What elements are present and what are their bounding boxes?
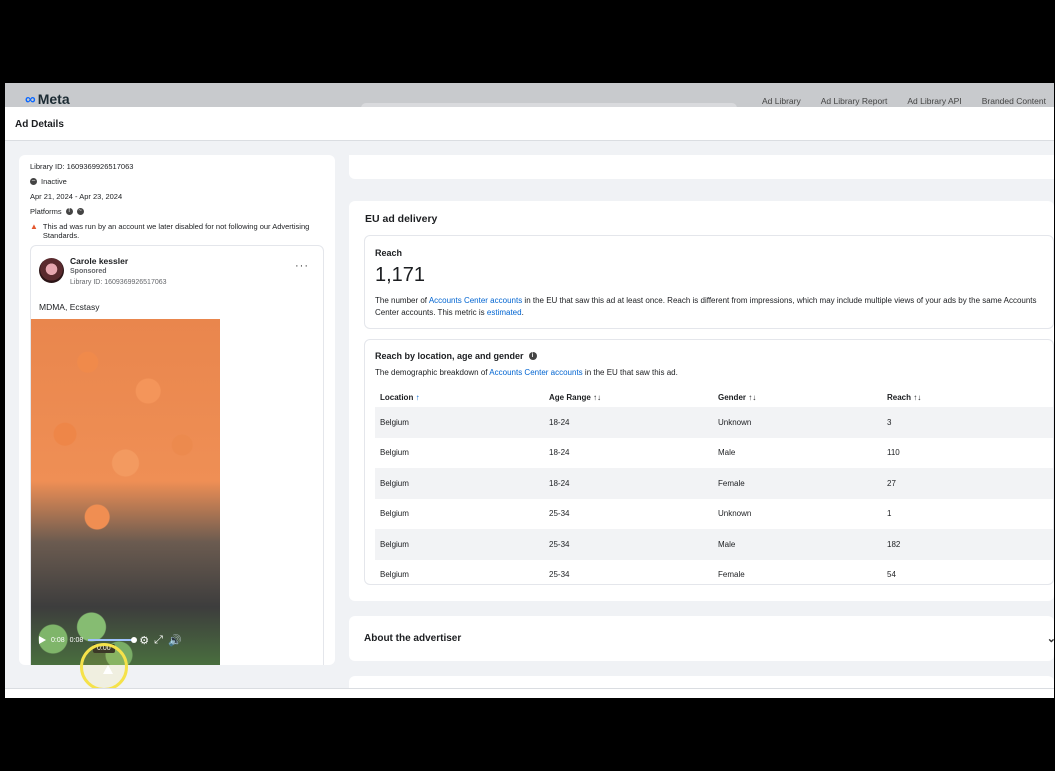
column-location[interactable]: Location ↑ — [375, 387, 544, 407]
nav-ad-library-api[interactable]: Ad Library API — [907, 96, 961, 106]
cell-location: Belgium — [375, 468, 544, 499]
library-id: Library ID: 1609369926517063 — [30, 162, 134, 171]
nav-ad-library-report[interactable]: Ad Library Report — [821, 96, 888, 106]
sponsored-label: Sponsored — [70, 268, 107, 275]
next-section-edge — [349, 676, 1054, 688]
facebook-icon: f — [65, 208, 73, 215]
cell-gender: Male — [713, 529, 882, 560]
table-row: Belgium 18-24 Unknown 3 — [375, 407, 1053, 438]
table-row: Belgium 18-24 Female 27 — [375, 468, 1053, 499]
video-controls: 0:08 0:08 ⚙ ⤢ 🔊 — [31, 629, 220, 651]
volume-icon[interactable]: 🔊 — [168, 634, 182, 647]
meta-logo[interactable]: ∞ Meta — [25, 91, 70, 108]
cell-reach: 54 — [887, 570, 896, 580]
breakdown-title: Reach by location, age and gender i — [375, 351, 1053, 361]
cell-gender: Female — [713, 468, 882, 499]
estimated-link[interactable]: estimated — [487, 308, 522, 317]
modal-footer: C — [5, 688, 1054, 698]
table-row: Belgium 25-34 Unknown 1 — [375, 499, 1053, 530]
ad-preview-card: Carole kessler Sponsored Library ID: 160… — [30, 245, 324, 665]
sort-icon: ↑↓ — [913, 392, 922, 402]
previous-section-end — [349, 155, 1054, 179]
reach-value: 1,171 — [375, 264, 426, 286]
status: – Inactive — [30, 177, 67, 186]
about-advertiser-section[interactable]: About the advertiser ⌄ — [349, 616, 1054, 661]
inactive-icon: – — [30, 178, 37, 185]
platforms: Platforms f ~ — [30, 207, 84, 216]
duration: 0:08 — [69, 636, 84, 644]
meta-infinity-icon: ∞ — [25, 91, 36, 108]
cell-gender: Unknown — [713, 407, 882, 438]
fullscreen-icon[interactable]: ⤢ — [154, 634, 163, 647]
cell-location: Belgium — [375, 529, 544, 560]
cell-age: 25-34 — [549, 509, 570, 519]
nav-branded-content[interactable]: Branded Content — [982, 96, 1046, 106]
hand-cursor-icon — [103, 665, 113, 674]
card-library-id: Library ID: 1609369926517063 — [70, 279, 167, 286]
site-header: ∞ Meta Ad Library Ad Library Report Ad Li… — [5, 83, 1054, 113]
more-options-icon[interactable]: ··· — [295, 260, 309, 272]
table-row: Belgium 18-24 Male 110 — [375, 438, 1053, 469]
accounts-center-link[interactable]: Accounts Center accounts — [429, 296, 522, 305]
cell-reach: 1 — [887, 509, 892, 519]
video-scrubber[interactable] — [88, 637, 138, 643]
reach-label: Reach — [375, 248, 403, 258]
column-reach[interactable]: Reach ↑↓ — [882, 387, 1053, 407]
sort-icon: ↑↓ — [748, 392, 757, 402]
column-age-range[interactable]: Age Range ↑↓ — [544, 387, 713, 407]
advertiser-name[interactable]: Carole kessler — [70, 256, 128, 266]
cell-location: Belgium — [380, 448, 409, 458]
ad-summary-panel: Library ID: 1609369926517063 – Inactive A… — [19, 155, 335, 665]
cell-location: Belgium — [380, 570, 409, 580]
disabled-warning: ▲ This ad was run by an account we later … — [30, 222, 310, 240]
cell-age: 25-34 — [549, 570, 570, 580]
modal-title: Ad Details — [5, 107, 1054, 141]
cell-gender: Unknown — [718, 509, 752, 519]
demographic-table: Location ↑ Age Range ↑↓ Gender ↑↓ Reach … — [375, 387, 1053, 585]
cell-location: Belgium — [380, 509, 409, 519]
top-nav: Ad Library Ad Library Report Ad Library … — [762, 96, 1046, 106]
warning-icon: ▲ — [30, 222, 38, 231]
cell-age: 18-24 — [544, 407, 713, 438]
avatar[interactable] — [39, 258, 64, 283]
date-range: Apr 21, 2024 - Apr 23, 2024 — [30, 192, 123, 201]
info-icon[interactable]: i — [528, 352, 537, 360]
cell-reach: 3 — [882, 407, 1053, 438]
cell-gender: Female — [718, 570, 745, 580]
reach-description: The number of Accounts Center accounts i… — [375, 296, 1037, 317]
play-icon[interactable] — [39, 636, 46, 644]
cell-reach: 27 — [882, 468, 1053, 499]
cell-location: Belgium — [375, 407, 544, 438]
cell-age: 18-24 — [549, 448, 570, 458]
reach-box: Reach 1,171 The number of Accounts Cente… — [364, 235, 1054, 329]
table-row: Belgium 25-34 Female 54 — [375, 560, 1053, 585]
messenger-icon: ~ — [76, 208, 84, 215]
cell-reach: 110 — [887, 448, 900, 458]
cell-reach: 182 — [882, 529, 1053, 560]
nav-ad-library[interactable]: Ad Library — [762, 96, 801, 106]
cell-gender: Male — [718, 448, 736, 458]
cell-age: 18-24 — [544, 468, 713, 499]
table-header-row: Location ↑ Age Range ↑↓ Gender ↑↓ Reach … — [375, 387, 1053, 407]
demographic-box: Reach by location, age and gender i The d… — [364, 339, 1054, 585]
sort-asc-icon: ↑ — [415, 392, 420, 402]
ad-details-modal: Ad Details Library ID: 1609369926517063 … — [5, 107, 1054, 698]
table-row: Belgium 25-34 Male 182 — [375, 529, 1053, 560]
eu-delivery-title: EU ad delivery — [365, 213, 438, 225]
breakdown-description: The demographic breakdown of Accounts Ce… — [375, 368, 678, 377]
sort-icon: ↑↓ — [593, 392, 602, 402]
breakdown-accounts-link[interactable]: Accounts Center accounts — [489, 368, 582, 377]
browser-frame: ∞ Meta Ad Library Ad Library Report Ad Li… — [5, 83, 1054, 698]
current-time: 0:08 — [51, 636, 65, 644]
cell-age: 25-34 — [544, 529, 713, 560]
ad-body-text: MDMA, Ecstasy — [39, 302, 100, 312]
chevron-down-icon: ⌄ — [1046, 633, 1054, 645]
settings-gear-icon[interactable]: ⚙ — [139, 634, 149, 647]
ad-video[interactable]: 0:08 0:08 ⚙ ⤢ 🔊 — [31, 319, 220, 665]
column-gender[interactable]: Gender ↑↓ — [713, 387, 882, 407]
